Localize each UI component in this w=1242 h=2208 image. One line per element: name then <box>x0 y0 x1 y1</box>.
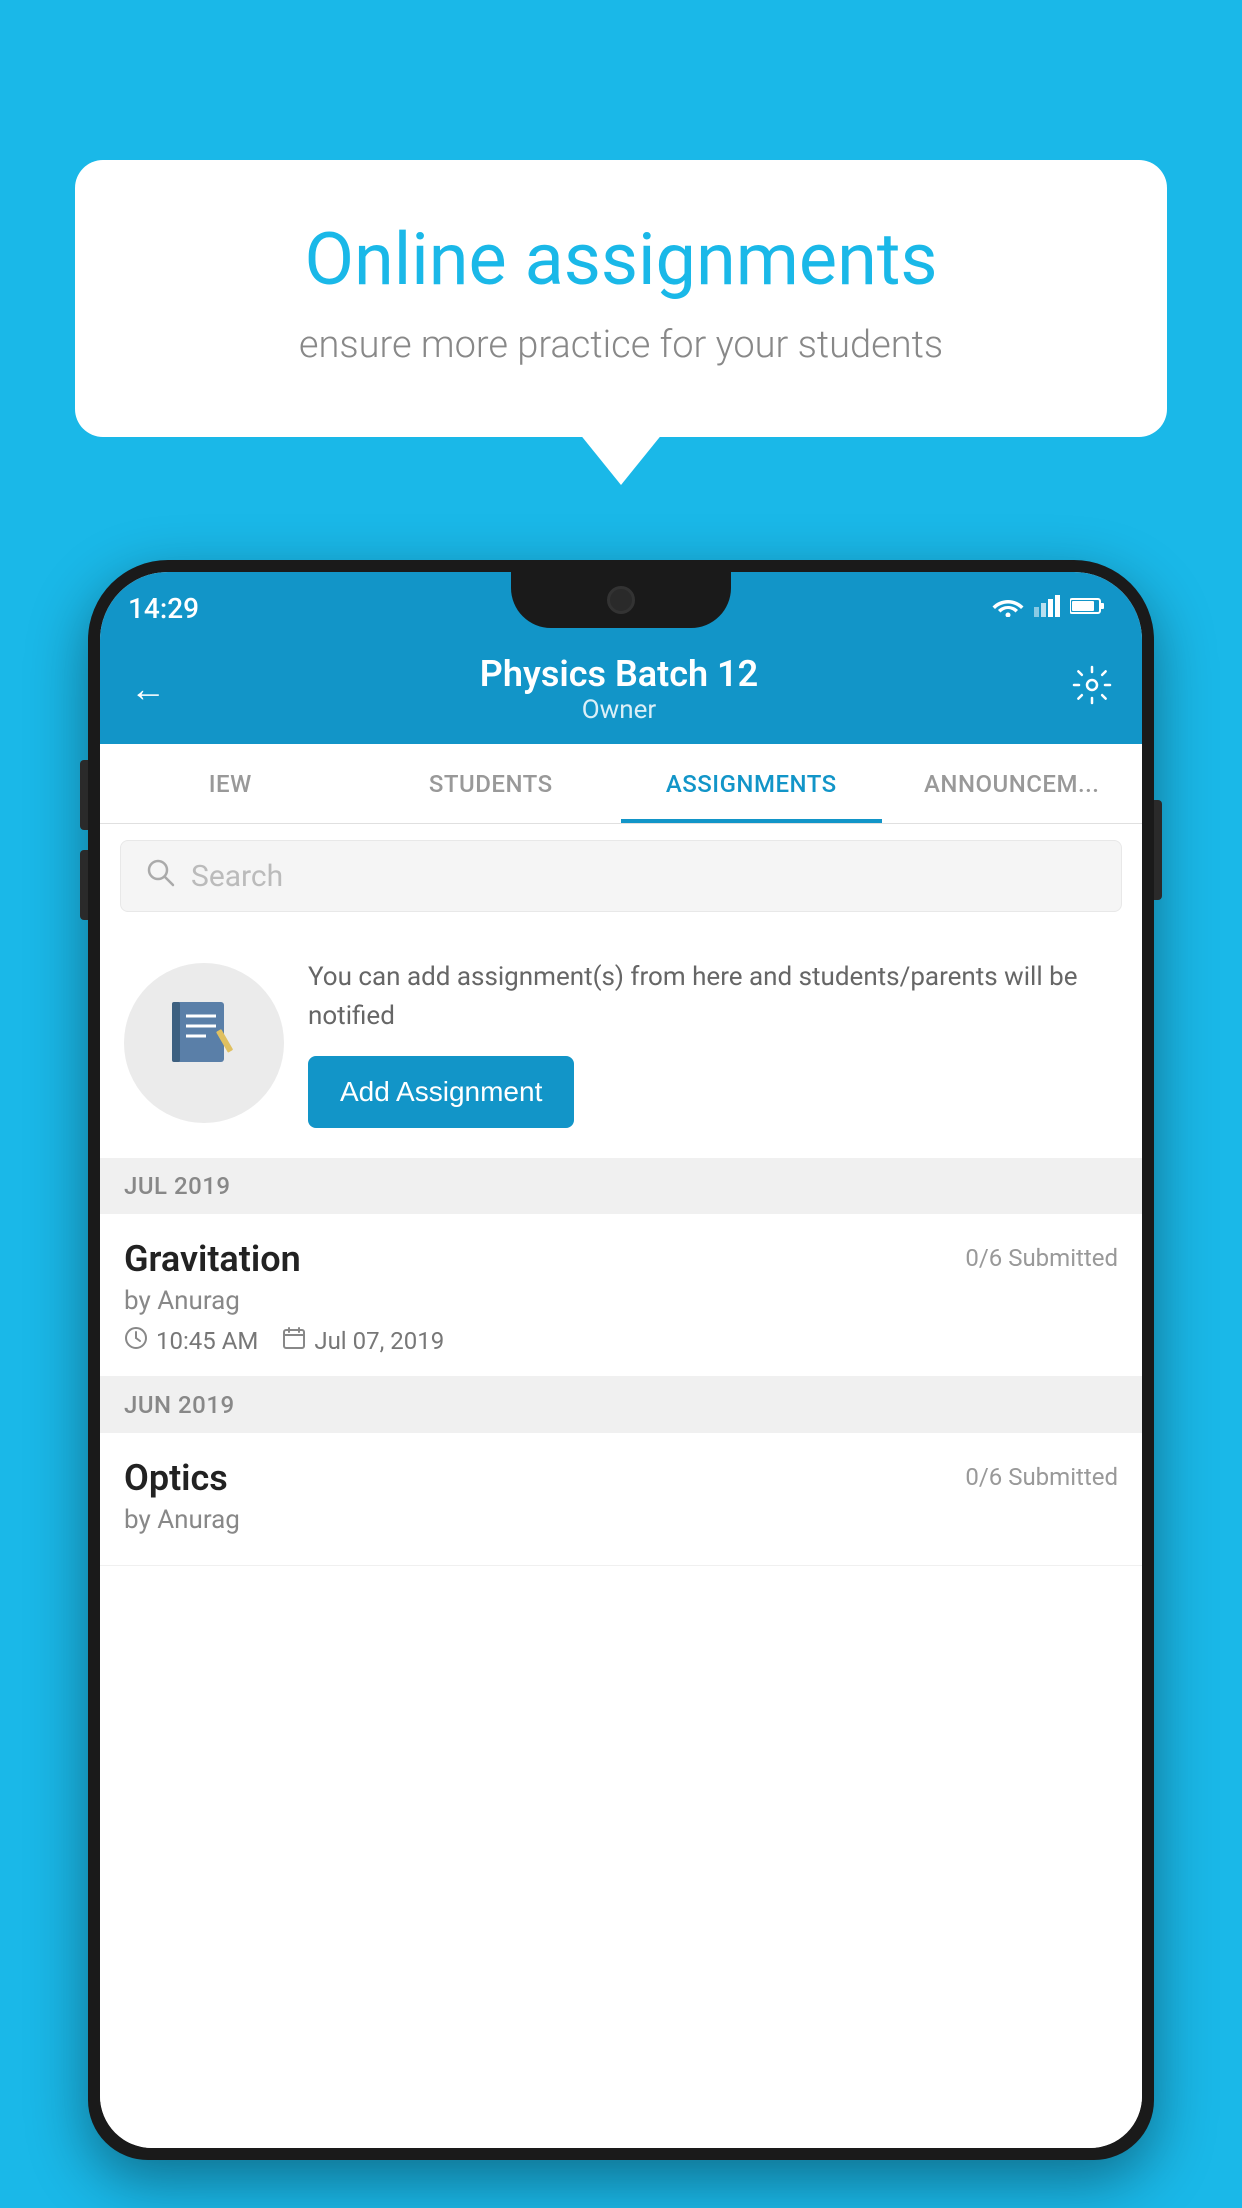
screen-content: Search <box>100 824 1142 2148</box>
app-header: ← Physics Batch 12 Owner <box>100 634 1142 744</box>
calendar-icon <box>282 1326 306 1356</box>
add-assignment-section: You can add assignment(s) from here and … <box>100 928 1142 1158</box>
phone-outer: 14:29 <box>88 560 1154 2160</box>
assignment-submitted-optics: 0/6 Submitted <box>965 1457 1118 1491</box>
search-bar-container: Search <box>100 824 1142 928</box>
phone-notch <box>511 572 731 628</box>
assignment-time: 10:45 AM <box>124 1326 258 1356</box>
assignment-icon-circle <box>124 963 284 1123</box>
assignment-meta: 10:45 AM Jul 07, 201 <box>124 1326 1118 1356</box>
assignment-author-optics: by Anurag <box>124 1505 1118 1535</box>
assignment-name: Gravitation <box>124 1238 301 1280</box>
status-time: 14:29 <box>128 592 199 625</box>
volume-up-button <box>80 760 88 830</box>
assignment-time-value: 10:45 AM <box>156 1327 258 1355</box>
tab-students[interactable]: STUDENTS <box>361 744 622 823</box>
tab-bar: IEW STUDENTS ASSIGNMENTS ANNOUNCEM... <box>100 744 1142 824</box>
assignment-description: You can add assignment(s) from here and … <box>308 958 1118 1036</box>
assignment-date: Jul 07, 2019 <box>282 1326 444 1356</box>
wifi-icon <box>992 595 1024 621</box>
search-placeholder: Search <box>191 859 283 894</box>
speech-bubble-subtitle: ensure more practice for your students <box>145 323 1097 367</box>
search-icon <box>145 857 175 895</box>
assignment-date-value: Jul 07, 2019 <box>314 1327 444 1355</box>
assignment-info: You can add assignment(s) from here and … <box>308 958 1118 1128</box>
power-button <box>1154 800 1162 900</box>
assignment-name-optics: Optics <box>124 1457 228 1499</box>
battery-icon <box>1070 597 1106 619</box>
back-button[interactable]: ← <box>130 668 166 710</box>
assignment-row1: Gravitation 0/6 Submitted <box>124 1238 1118 1280</box>
settings-icon[interactable] <box>1072 665 1112 714</box>
tab-assignments[interactable]: ASSIGNMENTS <box>621 744 882 823</box>
speech-bubble-container: Online assignments ensure more practice … <box>75 160 1167 437</box>
speech-bubble: Online assignments ensure more practice … <box>75 160 1167 437</box>
front-camera <box>607 586 635 614</box>
assignment-submitted: 0/6 Submitted <box>965 1238 1118 1272</box>
assignment-item-gravitation[interactable]: Gravitation 0/6 Submitted by Anurag <box>100 1214 1142 1377</box>
header-center: Physics Batch 12 Owner <box>480 653 758 725</box>
signal-icon <box>1034 595 1060 621</box>
assignment-row1-optics: Optics 0/6 Submitted <box>124 1457 1118 1499</box>
clock-icon <box>124 1326 148 1356</box>
phone-mockup: 14:29 <box>88 560 1154 2208</box>
speech-bubble-title: Online assignments <box>145 220 1097 299</box>
assignment-notebook-icon <box>164 994 244 1092</box>
phone-screen: 14:29 <box>100 572 1142 2148</box>
volume-down-button <box>80 850 88 920</box>
add-assignment-button[interactable]: Add Assignment <box>308 1056 574 1128</box>
assignment-author: by Anurag <box>124 1286 1118 1316</box>
section-header-jul2019: JUL 2019 <box>100 1158 1142 1214</box>
tab-announcements[interactable]: ANNOUNCEM... <box>882 744 1143 823</box>
header-subtitle: Owner <box>480 695 758 725</box>
section-header-jun2019: JUN 2019 <box>100 1377 1142 1433</box>
header-title: Physics Batch 12 <box>480 653 758 695</box>
status-icons <box>992 595 1106 621</box>
assignment-item-optics[interactable]: Optics 0/6 Submitted by Anurag <box>100 1433 1142 1566</box>
tab-overview[interactable]: IEW <box>100 744 361 823</box>
search-bar[interactable]: Search <box>120 840 1122 912</box>
